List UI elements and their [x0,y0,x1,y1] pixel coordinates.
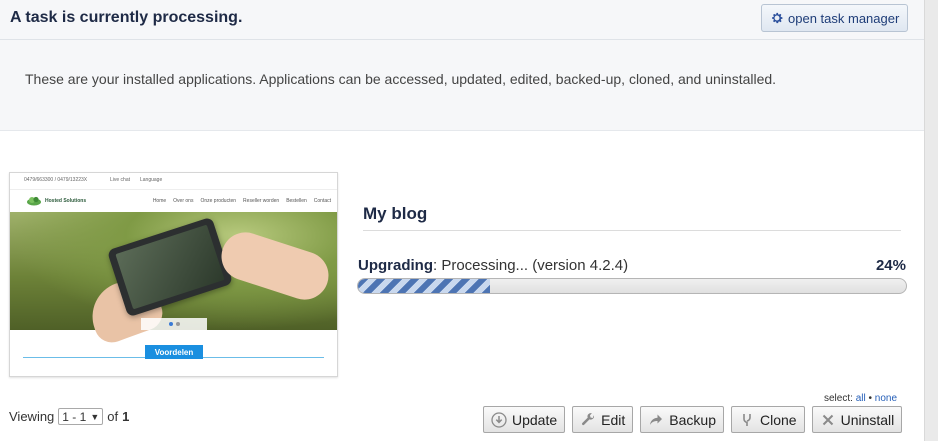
select-label: select: [824,393,853,404]
app-screenshot-thumbnail[interactable]: 0479/663300 / 0479/13223X Live chat Lang… [9,172,338,377]
thumbnail-menu-item: Contact [313,198,331,204]
uninstall-button[interactable]: Uninstall [811,406,903,433]
thumbnail-hero-image [10,212,337,348]
select-none-link[interactable]: none [875,393,897,404]
info-bar: These are your installed applications. A… [0,40,924,131]
open-task-manager-button[interactable]: open task manager [761,4,909,32]
thumbnail-banner: Voordelen [145,345,203,359]
thumbnail-menu-item: Reseller worden [243,198,280,204]
page-range-select[interactable]: 1 - 1 ▼ [58,408,104,425]
vertical-scrollbar[interactable] [924,0,938,441]
action-toolbar: Update Edit Backup Clone Uninstall [483,406,903,433]
task-status-title: A task is currently processing. [10,9,243,26]
app-frame: A task is currently processing. open tas… [0,0,924,441]
clone-label: Clone [759,411,797,428]
hand-image [215,226,335,306]
edit-label: Edit [601,411,626,428]
update-label: Update [512,411,558,428]
open-task-manager-label: open task manager [788,10,900,26]
app-name: My blog [363,204,428,223]
share-arrow-icon [650,414,663,425]
select-all-link[interactable]: all [856,393,866,404]
gear-icon [770,11,784,25]
progress-fill [358,279,490,293]
update-button[interactable]: Update [483,406,566,433]
thumbnail-phone: 0479/663300 / 0479/13223X [24,177,88,183]
carousel-dot [168,322,173,326]
thumbnail-menu-item: Bestellen [286,198,307,204]
progress-percent: 24% [875,257,906,274]
app-divider [363,230,901,231]
thumbnail-language: Language [140,177,163,183]
fork-icon [743,413,751,426]
status-label: Upgrading [358,257,433,274]
thumbnail-menu: Home Over ons Onze producten Reseller wo… [153,198,331,204]
progress-bar [357,278,907,294]
status-text: : Processing... (version 4.2.4) [433,257,629,274]
clone-button[interactable]: Clone [730,406,805,433]
of-label: of [107,409,119,424]
app-status: Upgrading: Processing... (version 4.2.4) [358,257,628,274]
backup-button[interactable]: Backup [640,406,724,433]
carousel-dots [141,318,207,330]
thumbnail-live-chat: Live chat [110,177,131,183]
viewing-label: Viewing [9,409,55,424]
wrench-icon [582,412,595,425]
thumbnail-menu-item: Onze producten [200,198,237,204]
info-text: These are your installed applications. A… [25,71,777,87]
chevron-down-icon: ▼ [90,411,100,422]
backup-label: Backup [669,411,716,428]
download-circle-icon [491,411,507,428]
pager: Viewing 1 - 1 ▼ of 1 [9,408,129,425]
thumbnail-logo-text: Hosted Solutions [45,198,87,204]
carousel-dot [175,322,180,326]
page-total: 1 [122,409,130,424]
close-icon [822,414,833,425]
tablet-image [106,216,234,318]
edit-button[interactable]: Edit [572,406,634,433]
select-separator: • [868,393,872,404]
select-links: select: all • none [824,393,897,404]
thumbnail-topbar: 0479/663300 / 0479/13223X Live chat Lang… [10,173,337,190]
thumbnail-menu-item: Over ons [173,198,194,204]
thumbnail-nav: Hosted Solutions Home Over ons Onze prod… [10,190,337,212]
uninstall-label: Uninstall [840,411,895,428]
cloud-logo-icon [27,196,41,206]
task-header: A task is currently processing. open tas… [0,0,924,40]
thumbnail-menu-item: Home [152,198,167,204]
page-range-value: 1 - 1 [62,409,87,424]
